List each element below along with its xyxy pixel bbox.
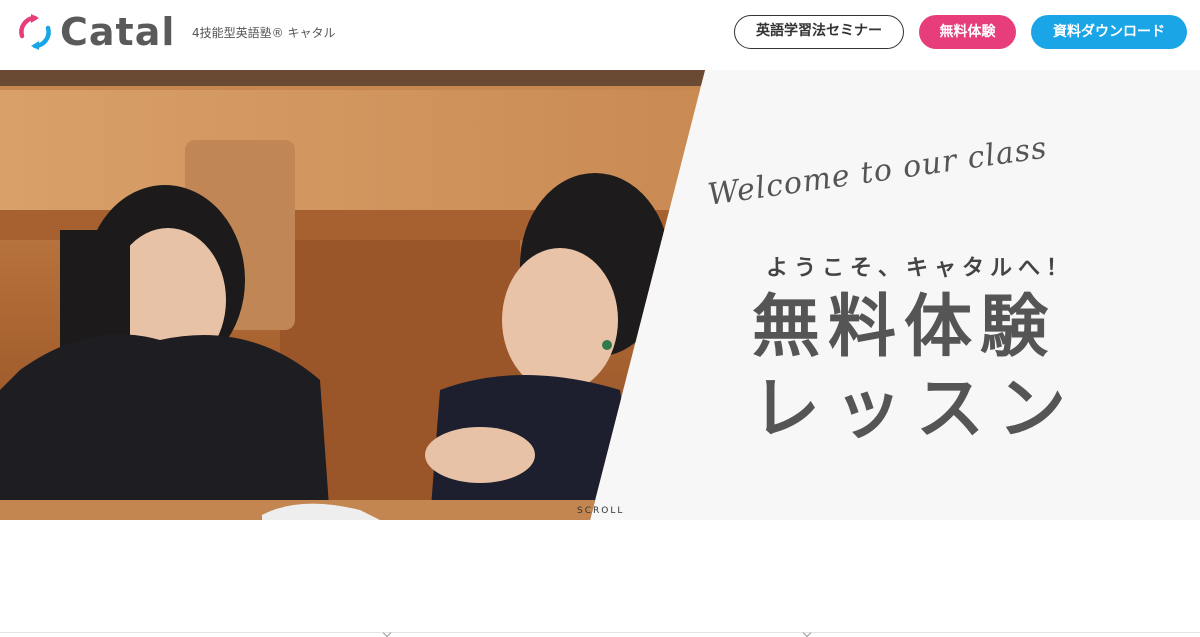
- hero-section: Welcome to our class ようこそ、キャタルへ！ 無料体験 レッ…: [0, 70, 1200, 520]
- chevron-down-icon: [382, 628, 392, 637]
- site-tagline: 4技能型英語塾® キャタル: [192, 26, 336, 40]
- catal-logo-icon[interactable]: [17, 14, 53, 50]
- hero-title-line1: 無料体験: [752, 288, 1057, 367]
- download-materials-button[interactable]: 資料ダウンロード: [1031, 15, 1187, 49]
- logo-text[interactable]: Catal: [60, 10, 175, 54]
- section-divider: [0, 632, 1200, 633]
- hero-subtitle: ようこそ、キャタルへ！: [766, 256, 1075, 281]
- seminar-button[interactable]: 英語学習法セミナー: [734, 15, 904, 49]
- scroll-indicator[interactable]: SCROLL: [577, 506, 624, 516]
- free-trial-button[interactable]: 無料体験: [919, 15, 1016, 49]
- site-header: Catal 4技能型英語塾® キャタル 英語学習法セミナー 無料体験 資料ダウン…: [0, 0, 1200, 70]
- chevron-down-icon: [802, 628, 812, 637]
- hero-title-line2: レッスン: [752, 370, 1081, 449]
